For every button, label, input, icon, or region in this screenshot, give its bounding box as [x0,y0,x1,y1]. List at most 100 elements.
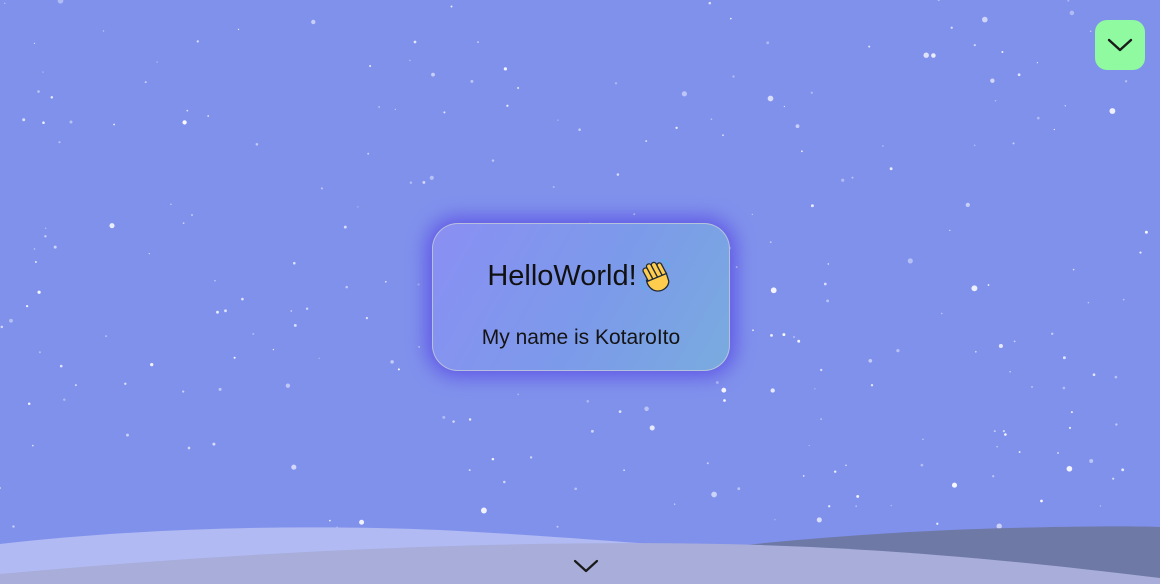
star [255,143,259,146]
star [491,457,495,461]
star [951,482,958,488]
star [851,176,854,179]
star [102,30,105,32]
star [291,464,297,470]
star [1139,251,1142,254]
star [44,235,47,238]
star [365,316,369,320]
star [45,227,47,229]
star [1070,411,1073,414]
star [814,388,816,390]
star [1115,423,1118,426]
star [150,362,154,367]
star [237,28,240,31]
star [1144,230,1148,234]
star [783,105,786,108]
star [882,145,884,147]
star [1068,426,1072,429]
menu-toggle-button[interactable] [1095,20,1145,70]
star [4,2,6,4]
star [1064,105,1067,107]
star [429,175,434,180]
star [710,118,713,121]
star [468,469,471,472]
star [623,469,625,472]
star [1089,459,1094,463]
star [889,167,893,171]
star [1066,465,1073,472]
star [470,79,474,83]
star [681,91,688,97]
star [633,213,636,216]
star [506,104,509,107]
star [503,480,506,484]
star [1001,51,1004,53]
star [42,71,44,73]
star [503,67,508,71]
star [452,420,455,423]
star [722,134,724,137]
star [33,248,36,250]
star [148,252,150,255]
star [896,348,900,353]
star [732,75,735,78]
star [9,318,13,323]
greeting-text: HelloWorld! [487,260,637,292]
star [644,406,649,412]
star [417,283,420,286]
star [311,19,316,25]
star [491,159,495,162]
star [770,388,775,393]
star [1057,452,1059,454]
star [766,41,770,45]
star [1004,433,1007,436]
star [992,475,995,478]
star [845,464,847,467]
star [1040,499,1043,503]
star [359,519,365,525]
star [802,475,805,477]
star [823,282,827,286]
star [752,329,754,332]
star [529,456,533,459]
star [616,173,620,176]
chevron-down-icon [573,559,599,573]
star [144,81,147,84]
star [241,297,244,301]
star [810,91,813,94]
star [751,213,753,216]
star [113,123,115,126]
star [711,491,717,498]
star [42,121,45,124]
star [480,507,487,514]
star [272,348,275,351]
star [409,181,413,184]
star [367,152,370,155]
star [431,72,435,77]
star [124,382,127,386]
star [109,223,115,229]
star [870,384,874,387]
star [920,463,924,467]
star [105,335,108,338]
star [25,304,29,308]
star [649,425,655,431]
star [214,280,216,282]
star [74,384,77,387]
star [801,150,803,153]
star [293,323,297,327]
star [827,263,829,265]
star [343,225,347,229]
star [182,390,185,393]
star [706,462,709,465]
star [1009,371,1011,373]
star [1124,80,1128,83]
star [31,444,34,447]
star [816,517,822,523]
star [191,214,193,216]
star [868,45,871,48]
star [990,78,995,83]
star [216,310,219,314]
scroll-down-button[interactable] [568,552,604,580]
star [1087,301,1090,304]
